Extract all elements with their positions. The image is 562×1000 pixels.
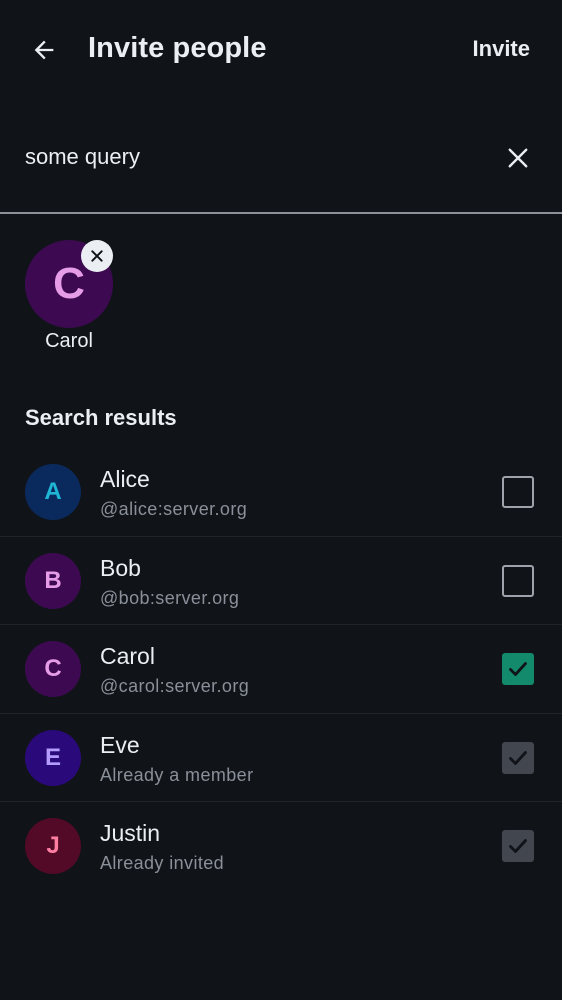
- back-button[interactable]: [24, 30, 64, 70]
- search-input[interactable]: [25, 142, 465, 172]
- user-name: Carol: [100, 643, 155, 669]
- remove-selected-button[interactable]: [81, 240, 113, 272]
- user-name: Alice: [100, 466, 150, 492]
- user-name: Bob: [100, 554, 141, 581]
- search-divider: [0, 212, 562, 214]
- top-app-bar: Invite people Invite: [0, 0, 562, 100]
- avatar: J: [25, 818, 81, 874]
- invite-people-screen: Invite people Invite C Carol Search resu…: [0, 0, 562, 1000]
- list-item[interactable]: E Eve Already a member: [0, 714, 562, 802]
- select-checkbox[interactable]: [502, 653, 534, 685]
- select-checkbox[interactable]: [502, 564, 534, 597]
- avatar: C: [25, 641, 81, 697]
- search-bar: [0, 112, 562, 213]
- user-id: @alice:server.org: [100, 499, 248, 519]
- avatar: B: [25, 552, 81, 609]
- user-id: @carol:server.org: [100, 676, 250, 696]
- close-icon: [508, 148, 528, 168]
- check-icon: [509, 750, 527, 765]
- select-checkbox[interactable]: [502, 476, 534, 508]
- avatar-initial: C: [53, 259, 85, 308]
- select-checkbox: [502, 830, 534, 862]
- selected-user-chip: C Carol: [25, 238, 115, 358]
- search-results-list: A Alice @alice:server.org B Bob @bob:ser…: [0, 448, 562, 891]
- user-id: @bob:server.org: [100, 587, 240, 608]
- avatar: A: [25, 464, 81, 520]
- arrow-left-icon: [34, 40, 54, 60]
- user-name: Justin: [100, 820, 161, 846]
- check-icon: [509, 839, 527, 853]
- selected-user-name: Carol: [45, 330, 93, 352]
- invite-button[interactable]: Invite: [473, 36, 530, 62]
- avatar-initial: B: [44, 566, 62, 594]
- list-item[interactable]: A Alice @alice:server.org: [0, 448, 562, 537]
- user-name: Eve: [100, 731, 140, 758]
- membership-status: Already invited: [100, 853, 225, 873]
- avatar: E: [25, 729, 81, 786]
- section-title-search-results: Search results: [25, 405, 177, 430]
- page-title: Invite people: [88, 32, 267, 64]
- check-icon: [509, 662, 527, 676]
- membership-status: Already a member: [100, 764, 254, 785]
- list-item[interactable]: B Bob @bob:server.org: [0, 537, 562, 625]
- select-checkbox: [502, 741, 534, 774]
- avatar-initial: C: [44, 655, 62, 682]
- list-item[interactable]: J Justin Already invited: [0, 802, 562, 891]
- clear-search-button[interactable]: [502, 142, 534, 174]
- close-icon: [91, 250, 103, 262]
- avatar-initial: J: [46, 832, 60, 859]
- avatar-initial: A: [44, 478, 62, 505]
- list-item[interactable]: C Carol @carol:server.org: [0, 625, 562, 714]
- avatar-initial: E: [44, 743, 61, 771]
